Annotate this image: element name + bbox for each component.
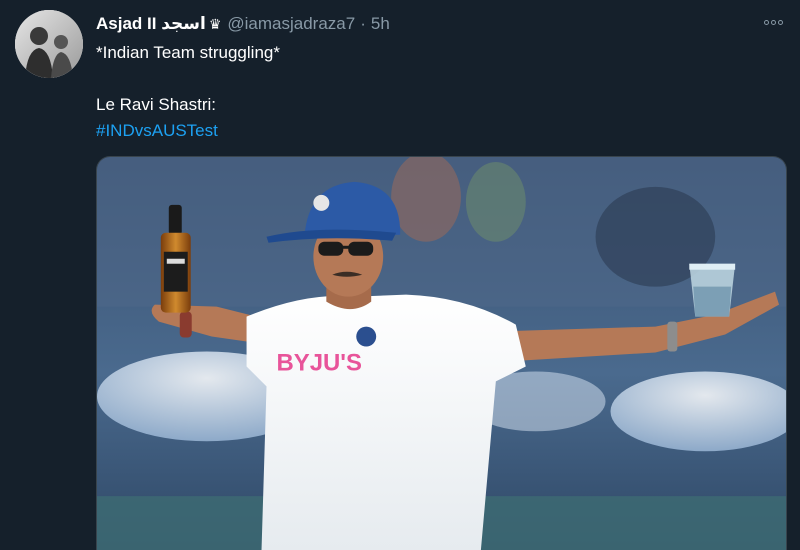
tweet[interactable]: Asjad II اسجد ♛ @iamasjadraza7 · 5h *Ind… (0, 0, 800, 550)
tweet-header: Asjad II اسجد ♛ @iamasjadraza7 · 5h (96, 12, 390, 36)
more-horizontal-icon[interactable] (760, 12, 786, 32)
crown-icon: ♛ (208, 15, 222, 32)
tweet-text-blank (96, 66, 776, 92)
timestamp[interactable]: 5h (371, 14, 390, 34)
avatar-image (15, 10, 83, 78)
hashtag-link[interactable]: #INDvsAUSTest (96, 121, 218, 140)
tweet-media-image[interactable]: BYJU'S (96, 156, 787, 550)
separator-dot: · (360, 14, 366, 33)
tweet-text: *Indian Team struggling* Le Ravi Shastri… (96, 40, 776, 144)
tweet-text-line-2: Le Ravi Shastri: (96, 95, 216, 114)
jersey-sponsor-text: BYJU'S (276, 349, 361, 376)
display-name[interactable]: Asjad II اسجد (96, 14, 206, 34)
user-handle[interactable]: @iamasjadraza7 (227, 14, 355, 34)
avatar[interactable] (15, 10, 83, 78)
tweet-text-line-1: *Indian Team struggling* (96, 43, 280, 62)
